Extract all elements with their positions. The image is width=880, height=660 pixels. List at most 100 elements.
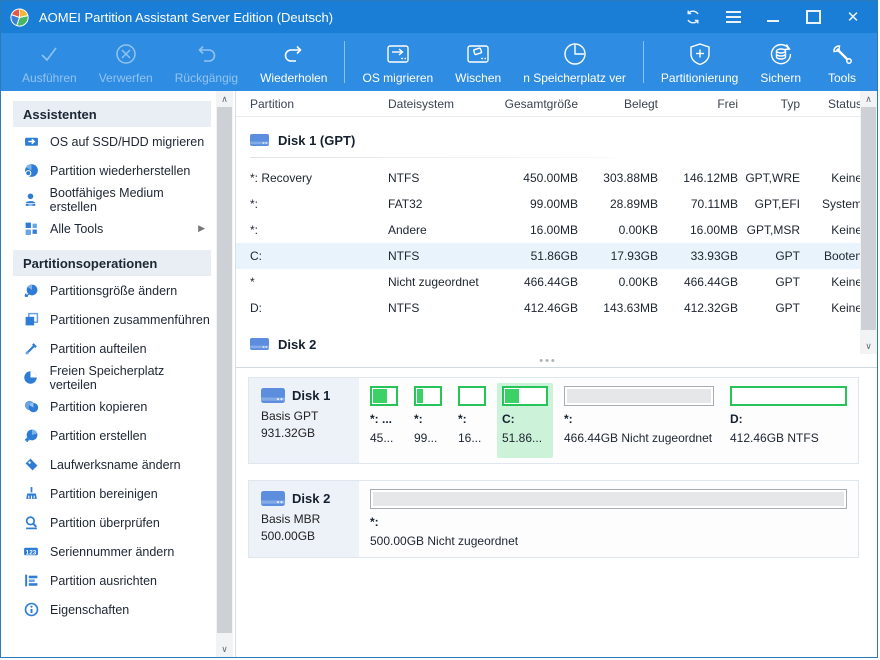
sidebar-item-resize-partition[interactable]: Partitionsgröße ändern [13,276,211,305]
sidebar-item-wipe-partition[interactable]: Partition bereinigen [13,479,211,508]
sync-icon[interactable] [685,9,701,25]
column-header-type[interactable]: Typ [738,97,800,111]
disk-card: Disk 2 Basis MBR 500.00GB *: 500.00GB Ni… [248,480,859,558]
panel-splitter[interactable]: ••• [236,354,860,367]
column-header-status[interactable]: Status [800,97,862,111]
backup-button[interactable]: Sichern [749,33,812,91]
wipe-partition-icon [23,486,39,502]
usage-bar [502,386,548,406]
partition-block-unallocated[interactable]: *: 500.00GB Nicht zugeordnet [365,486,852,552]
sidebar-item-restore-partition[interactable]: Partition wiederherstellen [13,156,211,185]
minimize-button[interactable] [765,9,781,25]
sidebar-item-create-partition[interactable]: Partition erstellen [13,421,211,450]
sidebar-item-merge-partitions[interactable]: Partitionen zusammenführen [13,305,211,334]
maximize-button[interactable] [805,9,821,25]
undo-button: Rückgängig [164,33,249,91]
usage-bar [370,386,398,406]
migrate-os-disk-icon [383,39,413,69]
split-partition-icon [23,341,39,357]
redo-button[interactable]: Wiederholen [249,33,338,91]
partition-block[interactable]: *: 16... [453,383,491,458]
sidebar-item-split-partition[interactable]: Partition aufteilen [13,334,211,363]
sidebar-item-label: Eigenschaften [50,603,129,617]
table-scrollbar[interactable]: ∧ ∨ [860,91,877,354]
undo-icon [192,39,220,69]
usage-bar [458,386,486,406]
sidebar-item-change-serial[interactable]: 123 Seriennummer ändern [13,537,211,566]
tools-button[interactable]: Tools [817,33,867,91]
scrollbar-thumb[interactable] [217,107,232,633]
sidebar-item-label: Partition wiederherstellen [50,164,190,178]
disk-info[interactable]: Disk 1 Basis GPT 931.32GB [249,378,359,463]
partitioning-button[interactable]: Partitionierung [650,33,749,91]
column-header-free[interactable]: Frei [658,97,738,111]
disk-group-header[interactable]: Disk 1 (GPT) [236,125,877,155]
table-row[interactable]: D:NTFS412.46GB143.63MB412.32GBGPTKeine [236,295,877,321]
disk-name: Disk 2 [292,491,330,506]
table-row[interactable]: *Nicht zugeordnet466.44GB0.00KB466.44GBG… [236,269,877,295]
discard-icon [112,39,140,69]
create-partition-icon [23,428,39,444]
group-divider [250,157,615,158]
discard-button: Verwerfen [88,33,164,91]
close-button[interactable]: ✕ [845,9,861,25]
column-header-total-size[interactable]: Gesamtgröße [492,97,578,111]
disk-capacity: 931.32GB [261,426,353,440]
wipe-disk-icon [463,39,493,69]
table-header: Partition Dateisystem Gesamtgröße Belegt… [236,91,877,117]
disk-icon [261,387,285,404]
sidebar-scrollbar[interactable]: ∧ ∨ [216,91,233,657]
redo-icon [280,39,308,69]
partition-block-unallocated[interactable]: *: 466.44GB Nicht zugeordnet [559,383,719,458]
disk-map-panel: Disk 1 Basis GPT 931.32GB *: ... 45... [236,368,877,657]
migrate-os-icon [23,134,39,150]
scroll-up-icon[interactable]: ∧ [860,91,877,107]
sidebar-item-label: Bootfähiges Medium erstellen [50,186,211,214]
table-row[interactable]: *:FAT3299.00MB28.89MB70.11MBGPT,EFISyste… [236,191,877,217]
submenu-arrow-icon: ▶ [198,223,205,234]
sidebar-item-migrate-os[interactable]: OS auf SSD/HDD migrieren [13,127,211,156]
sidebar-panel: Assistenten OS auf SSD/HDD migrieren Par… [13,101,211,649]
column-header-used[interactable]: Belegt [578,97,658,111]
sidebar-item-properties[interactable]: Eigenschaften [13,595,211,624]
sidebar-item-label: Partition überprüfen [50,516,160,530]
sidebar-item-align-partition[interactable]: Partition ausrichten [13,566,211,595]
toolbar-divider [643,41,644,83]
sidebar-item-allocate-free-space[interactable]: Freien Speicherplatz verteilen [13,363,211,392]
window-controls: ✕ [685,9,877,25]
toolbar-divider [344,41,345,83]
sidebar-item-bootable-media[interactable]: Bootfähiges Medium erstellen [13,185,211,214]
sidebar-item-check-partition[interactable]: Partition überprüfen [13,508,211,537]
migrate-os-button[interactable]: OS migrieren [351,33,444,91]
table-row[interactable]: *:Andere16.00MB0.00KB16.00MBGPT,MSRKeine [236,217,877,243]
scroll-up-icon[interactable]: ∧ [216,91,233,107]
column-header-filesystem[interactable]: Dateisystem [388,97,492,111]
scrollbar-thumb[interactable] [861,107,876,330]
toolbar: Ausführen Verwerfen Rückgängig Wiederhol… [1,33,877,91]
partition-block[interactable]: *: ... 45... [365,383,403,458]
disk-style: Basis GPT [261,409,353,423]
scroll-down-icon[interactable]: ∨ [216,641,233,657]
disk-icon [250,337,269,351]
wipe-button[interactable]: Wischen [444,33,512,91]
sidebar-item-label: Partitionsgröße ändern [50,284,177,298]
table-row[interactable]: *: RecoveryNTFS450.00MB303.88MB146.12MBG… [236,165,877,191]
check-icon [35,39,63,69]
sidebar-section-wizards: Assistenten [13,101,211,127]
shield-plus-icon [686,39,714,69]
menu-icon[interactable] [725,9,741,25]
partition-block[interactable]: D: 412.46GB NTFS [725,383,852,458]
sidebar-item-all-tools[interactable]: Alle Tools ▶ [13,214,211,243]
sidebar-item-change-label[interactable]: Laufwerksname ändern [13,450,211,479]
sidebar-item-label: Partition bereinigen [50,487,158,501]
sidebar-item-label: Freien Speicherplatz verteilen [50,364,211,392]
partition-block-selected[interactable]: C: 51.86... [497,383,553,458]
sidebar-item-copy-partition[interactable]: Partition kopieren [13,392,211,421]
partition-block[interactable]: *: 99... [409,383,447,458]
scroll-down-icon[interactable]: ∨ [860,338,877,354]
column-header-partition[interactable]: Partition [236,97,388,111]
disk-info[interactable]: Disk 2 Basis MBR 500.00GB [249,481,359,557]
disk-style: Basis MBR [261,512,353,526]
table-row-selected[interactable]: C:NTFS51.86GB17.93GB33.93GBGPTBooten [236,243,877,269]
allocate-free-space-button[interactable]: n Speicherplatz ver [512,33,637,91]
